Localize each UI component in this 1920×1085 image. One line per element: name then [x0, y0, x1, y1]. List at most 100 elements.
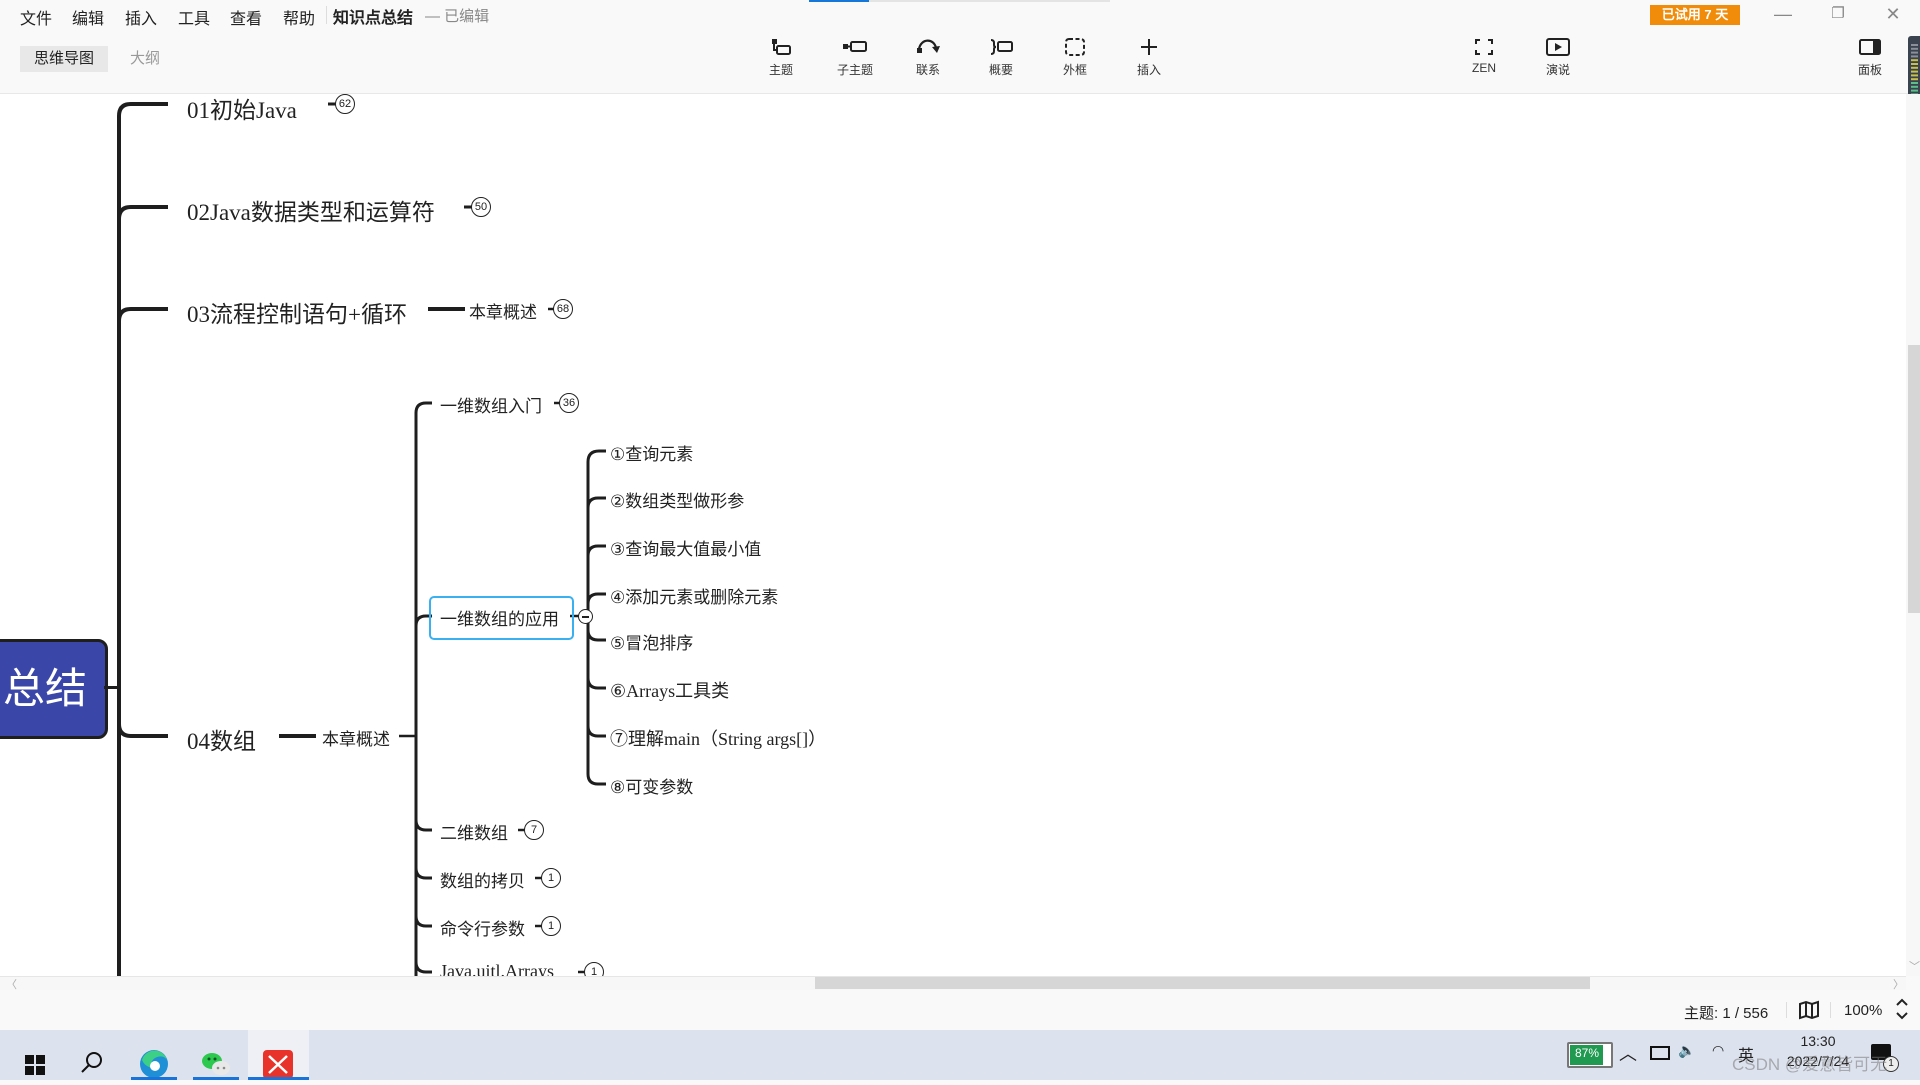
xmind-icon: [263, 1050, 293, 1079]
app-topic-5[interactable]: ⑤冒泡排序: [610, 629, 693, 654]
chapter-04-overview[interactable]: 本章概述: [322, 725, 390, 750]
app-topic-7[interactable]: ⑦理解main（String args[]）: [610, 725, 826, 751]
insert-button[interactable]: 插入: [1119, 36, 1179, 78]
array-topic-intro-collapsed-count[interactable]: 36: [559, 393, 579, 413]
meter-segment: [1911, 44, 1918, 46]
topic-count: 主题: 1 / 556: [1684, 1005, 1769, 1022]
chapter-04[interactable]: 04数组: [187, 722, 256, 756]
meter-segment: [1911, 70, 1918, 73]
chapter-01-collapsed-count[interactable]: 62: [335, 94, 355, 114]
battery-icon[interactable]: [1650, 1046, 1670, 1060]
array-topic-copy[interactable]: 数组的拷贝: [440, 867, 525, 892]
start-button[interactable]: [5, 1030, 55, 1080]
battery-indicator[interactable]: 87%: [1567, 1042, 1613, 1068]
array-topic-intro[interactable]: 一维数组入门: [440, 392, 542, 417]
chapter-03-overview[interactable]: 本章概述: [469, 298, 537, 323]
trial-badge[interactable]: 已试用 7 天: [1650, 5, 1740, 25]
boundary-button[interactable]: 外框: [1045, 36, 1105, 78]
meter-segment: [1911, 47, 1918, 50]
app-topic-4[interactable]: ④添加元素或删除元素: [610, 583, 778, 608]
app-topic-8[interactable]: ⑧可变参数: [610, 773, 693, 798]
document-title[interactable]: 知识点总结: [333, 4, 413, 28]
zoom-level[interactable]: 100%: [1844, 1002, 1882, 1019]
zen-fullscreen-icon: [1475, 39, 1493, 55]
wifi-icon[interactable]: ◠: [1712, 1042, 1724, 1059]
summary-icon: [990, 39, 1013, 55]
array-topic-application[interactable]: 一维数组的应用: [440, 605, 559, 630]
taskbar-wechat[interactable]: [191, 1030, 241, 1080]
mindmap-canvas[interactable]: 总结 01初始Java 62 02Java数据类型和运算符 50 03流程控制语…: [0, 94, 1906, 976]
meter-segment: [1911, 82, 1918, 84]
tab-outline[interactable]: 大纲: [116, 46, 174, 72]
plus-icon: [1141, 39, 1157, 55]
chapter-03-connector: [117, 307, 168, 322]
close-button[interactable]: ✕: [1873, 2, 1913, 26]
volume-icon[interactable]: 🔈: [1678, 1042, 1695, 1059]
chevron-up-down-icon: [1896, 998, 1908, 1020]
show-hidden-icons-chevron-icon[interactable]: ︿: [1619, 1040, 1637, 1066]
summary-button[interactable]: 概要: [971, 36, 1031, 78]
chapter-03[interactable]: 03流程控制语句+循环: [187, 295, 407, 329]
app-topic-1[interactable]: ①查询元素: [610, 440, 693, 465]
array-topic-arrays-class[interactable]: Java.uitl.Arrays: [440, 961, 554, 976]
map-view-button[interactable]: [1798, 1000, 1820, 1025]
chapter-03-overview-collapsed-count[interactable]: 68: [553, 299, 573, 319]
pitch-label: 演说: [1545, 63, 1570, 77]
status-divider: [1830, 1002, 1831, 1018]
app-topic-6[interactable]: ⑥Arrays工具类: [610, 677, 729, 703]
topic-label: 主题: [768, 63, 793, 77]
loading-progress-fill: [809, 0, 870, 2]
menu-insert[interactable]: 插入: [125, 5, 157, 29]
subtopic-label: 子主题: [836, 63, 873, 77]
loading-progress-bar: [809, 0, 1110, 2]
array-topic-2d[interactable]: 二维数组: [440, 819, 508, 844]
meter-segment: [1911, 55, 1918, 58]
zen-button[interactable]: ZEN: [1454, 36, 1514, 75]
chapter-02-connector: [117, 205, 168, 220]
menu-divider: [326, 6, 327, 24]
taskbar-search-button[interactable]: [65, 1030, 115, 1080]
scroll-down-arrow-icon[interactable]: ﹀: [1909, 958, 1920, 974]
array-topic-arrays-class-collapsed-count[interactable]: 1: [584, 962, 604, 976]
panel-button[interactable]: 面板: [1840, 36, 1900, 78]
meter-segment: [1911, 85, 1918, 88]
meter-segment: [1911, 74, 1918, 77]
menu-help[interactable]: 帮助: [283, 5, 315, 29]
summary-label: 概要: [988, 63, 1013, 77]
array-topic-cmdline[interactable]: 命令行参数: [440, 915, 525, 940]
array-topic-2d-collapsed-count[interactable]: 7: [524, 820, 544, 840]
app-topic-2[interactable]: ②数组类型做形参: [610, 487, 744, 512]
menu-tools[interactable]: 工具: [178, 5, 210, 29]
taskbar-xmind[interactable]: [248, 1030, 309, 1080]
restore-button[interactable]: ❐: [1818, 2, 1858, 26]
horizontal-scrollbar-thumb[interactable]: [815, 977, 1590, 989]
app-topic-3[interactable]: ③查询最大值最小值: [610, 535, 761, 560]
chapter-02[interactable]: 02Java数据类型和运算符: [187, 193, 435, 227]
pitch-button[interactable]: 演说: [1528, 36, 1588, 78]
status-bar: 主题: 1 / 556 100%: [0, 990, 1920, 1030]
search-icon: [81, 1052, 102, 1073]
clock-time[interactable]: 13:30: [1788, 1033, 1848, 1049]
topic-button[interactable]: 主题: [751, 36, 811, 78]
minimize-button[interactable]: —: [1763, 2, 1803, 26]
collapse-toggle-icon[interactable]: [578, 609, 593, 624]
zoom-stepper[interactable]: [1895, 996, 1909, 1027]
edge-icon: [140, 1050, 168, 1078]
meter-segment: [1911, 63, 1918, 65]
menu-view[interactable]: 查看: [230, 5, 262, 29]
chapter-01[interactable]: 01初始Java: [187, 94, 297, 125]
chapter-02-collapsed-count[interactable]: 50: [471, 197, 491, 217]
tab-mindmap[interactable]: 思维导图: [20, 46, 109, 72]
wechat-icon: [202, 1053, 230, 1075]
chapter-01-connector: [117, 102, 168, 976]
menu-edit[interactable]: 编辑: [72, 5, 104, 29]
menu-file[interactable]: 文件: [20, 5, 52, 29]
relationship-button[interactable]: 联系: [898, 36, 958, 78]
array-topic-copy-collapsed-count[interactable]: 1: [541, 868, 561, 888]
taskbar-edge[interactable]: [129, 1030, 179, 1080]
meter-segment: [1911, 89, 1918, 92]
menu-bar: 文件 编辑 插入 工具 查看 帮助 知识点总结 — 已编辑 已试用 7 天 — …: [0, 0, 1920, 30]
vertical-scrollbar-thumb[interactable]: [1908, 345, 1920, 613]
subtopic-button[interactable]: 子主题: [825, 36, 885, 78]
array-topic-cmdline-collapsed-count[interactable]: 1: [541, 916, 561, 936]
